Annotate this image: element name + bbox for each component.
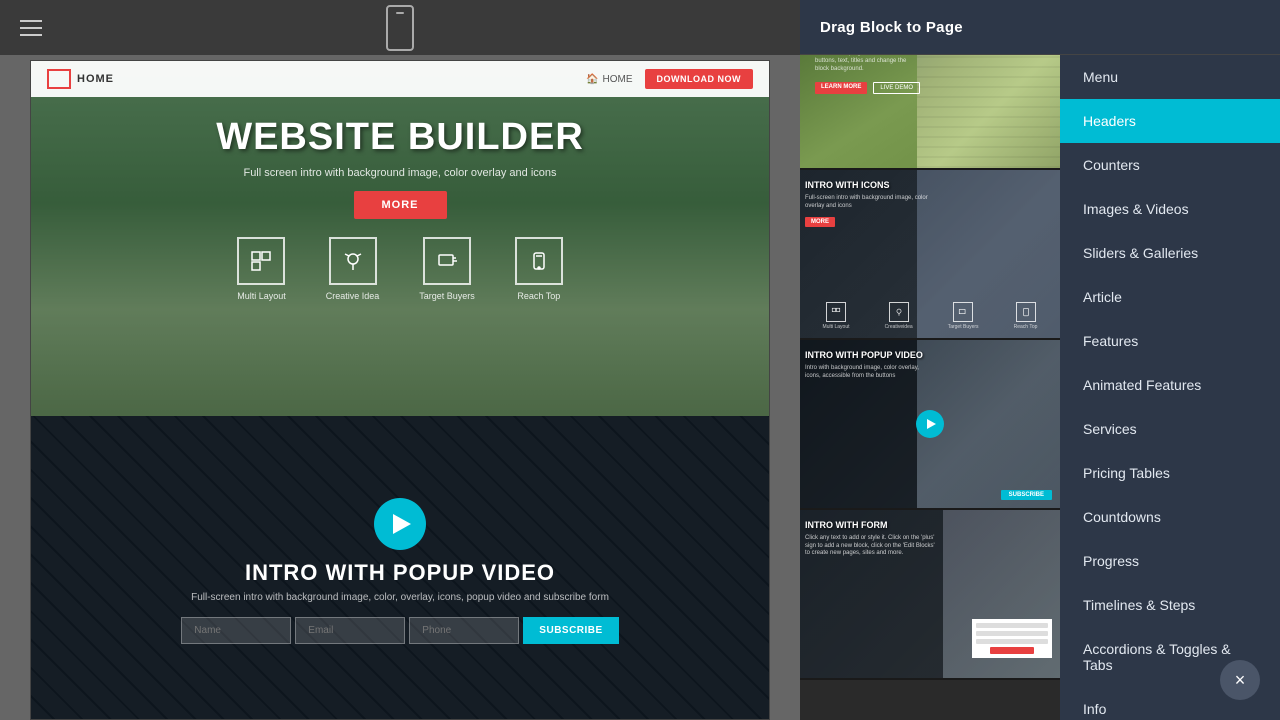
sidebar-item-counters[interactable]: Counters: [1060, 143, 1280, 187]
thumb-intro-popup-video[interactable]: INTRO WITH POPUP VIDEO Intro with backgr…: [800, 340, 1060, 510]
sidebar-item-progress[interactable]: Progress: [1060, 539, 1280, 583]
thumb-more-btn[interactable]: MORE: [805, 217, 835, 227]
website-builder-section: HOME 🏠 HOME DOWNLOAD NOW WEBSITE BUILDER…: [31, 61, 769, 416]
pv-phone-input[interactable]: [409, 617, 519, 644]
preview-area: HOME 🏠 HOME DOWNLOAD NOW WEBSITE BUILDER…: [0, 0, 800, 720]
thumb-form-subscribe-btn: [990, 647, 1033, 654]
phone-frame: [386, 5, 414, 51]
thumb-learn-more-btn[interactable]: LEARN MORE: [815, 82, 867, 94]
pv-name-input[interactable]: [181, 617, 291, 644]
popup-video-section: INTRO WITH POPUP VIDEO Full-screen intro…: [31, 416, 769, 720]
thumb-popup-video-desc: Intro with background image, color overl…: [805, 365, 919, 379]
wb-icon-label: Creative Idea: [326, 291, 380, 301]
thumb-intro-form[interactable]: INTRO WITH FORM Click any text to add or…: [800, 510, 1060, 680]
wb-icon-reach-top: [515, 237, 563, 285]
sidebar-item-article[interactable]: Article: [1060, 275, 1280, 319]
drag-header: Drag Block to Page: [800, 0, 1280, 55]
pv-title: INTRO WITH POPUP VIDEO: [245, 560, 555, 586]
close-button[interactable]: ×: [1220, 660, 1260, 700]
sidebar-item-menu[interactable]: Menu: [1060, 55, 1280, 99]
pv-email-input[interactable]: [295, 617, 405, 644]
wb-icon-creative-idea: [329, 237, 377, 285]
wb-more-button[interactable]: MORE: [354, 191, 447, 219]
sidebar-item-animated-features[interactable]: Animated Features: [1060, 363, 1280, 407]
wb-icon-label: Reach Top: [517, 291, 560, 301]
thumb-popup-video-content: INTRO WITH POPUP VIDEO Intro with backgr…: [805, 350, 935, 380]
wb-icon-target-buyers: [423, 237, 471, 285]
thumb-popup-video-label: INTRO WITH POPUP VIDEO: [805, 350, 923, 360]
wb-nav-right: 🏠 HOME DOWNLOAD NOW: [586, 69, 753, 89]
sidebar-item-headers[interactable]: Headers: [1060, 99, 1280, 143]
thumb-form-line: [976, 631, 1048, 636]
pv-subscribe-button[interactable]: SUBSCRIBE: [523, 617, 618, 644]
thumb-form-content: INTRO WITH FORM Click any text to add or…: [805, 520, 935, 558]
thumb-form-line: [976, 623, 1048, 628]
pv-form-row: SUBSCRIBE: [181, 617, 618, 644]
phone-preview-icon: [386, 5, 414, 51]
wb-content: WEBSITE BUILDER Full screen intro with b…: [31, 97, 769, 219]
top-bar: [0, 0, 800, 55]
sidebar-item-sliders-galleries[interactable]: Sliders & Galleries: [1060, 231, 1280, 275]
thumb-intro-icons[interactable]: INTRO WITH ICONS Full-screen intro with …: [800, 170, 1060, 340]
hamburger-icon[interactable]: [20, 20, 42, 36]
thumb-intro-icons-content: INTRO WITH ICONS Full-screen intro with …: [805, 180, 935, 228]
wb-logo: HOME: [47, 69, 114, 89]
wb-icon-label: Target Buyers: [419, 291, 475, 301]
wb-title: WEBSITE BUILDER: [216, 117, 584, 159]
thumb-intro-form-label: INTRO WITH FORM: [805, 520, 888, 530]
close-icon: ×: [1235, 670, 1246, 691]
thumb-intro-icons-desc: Full-screen intro with background image,…: [805, 195, 928, 209]
wb-logo-text: HOME: [77, 73, 114, 85]
pv-subtitle: Full-screen intro with background image,…: [191, 592, 609, 603]
thumb-form-preview: [972, 619, 1052, 658]
thumb-form-line: [976, 639, 1048, 644]
wb-icon-multi-layout: [237, 237, 285, 285]
thumb-intro-icons-label: INTRO WITH ICONS: [805, 180, 890, 190]
wb-icon-item: Reach Top: [515, 237, 563, 301]
thumbnails-strip[interactable]: FULL SCREEN INTRO Click any text to edit…: [800, 0, 1060, 720]
wb-icon-item: Multi Layout: [237, 237, 286, 301]
sidebar-item-images-videos[interactable]: Images & Videos: [1060, 187, 1280, 231]
wb-icon-item: Creative Idea: [326, 237, 380, 301]
thumb-intro-form-desc: Click any text to add or style it. Click…: [805, 535, 935, 557]
drag-title: Drag Block to Page: [820, 19, 963, 36]
right-panel: Drag Block to Page FULL SCREEN INTRO Cli…: [800, 0, 1280, 720]
pv-play-button[interactable]: [374, 498, 426, 550]
thumb-play-button[interactable]: [916, 410, 944, 438]
wb-subtitle: Full screen intro with background image,…: [243, 167, 556, 179]
thumb-subscribe-btn-preview: SUBSCRIBE: [1001, 490, 1052, 500]
wb-navbar: HOME 🏠 HOME DOWNLOAD NOW: [31, 61, 769, 97]
thumb-live-demo-btn[interactable]: LIVE DEMO: [873, 82, 920, 94]
sidebar-nav: Menu Headers Counters Images & Videos Sl…: [1060, 0, 1280, 720]
sidebar-item-services[interactable]: Services: [1060, 407, 1280, 451]
preview-scroll: HOME 🏠 HOME DOWNLOAD NOW WEBSITE BUILDER…: [30, 60, 770, 720]
thumb-icon-row: Multi Layout Creativeidea Target Buyers: [805, 302, 1055, 330]
wb-icon-label: Multi Layout: [237, 291, 286, 301]
sidebar-item-countdowns[interactable]: Countdowns: [1060, 495, 1280, 539]
wb-home-link[interactable]: 🏠 HOME: [586, 74, 632, 85]
wb-download-button[interactable]: DOWNLOAD NOW: [645, 69, 754, 89]
wb-icons-row: Multi Layout Creative Idea: [237, 237, 563, 301]
mobirise-logo-icon: [47, 69, 71, 89]
sidebar-item-pricing-tables[interactable]: Pricing Tables: [1060, 451, 1280, 495]
sidebar-item-timelines-steps[interactable]: Timelines & Steps: [1060, 583, 1280, 627]
sidebar-item-features[interactable]: Features: [1060, 319, 1280, 363]
wb-icon-item: Target Buyers: [419, 237, 475, 301]
